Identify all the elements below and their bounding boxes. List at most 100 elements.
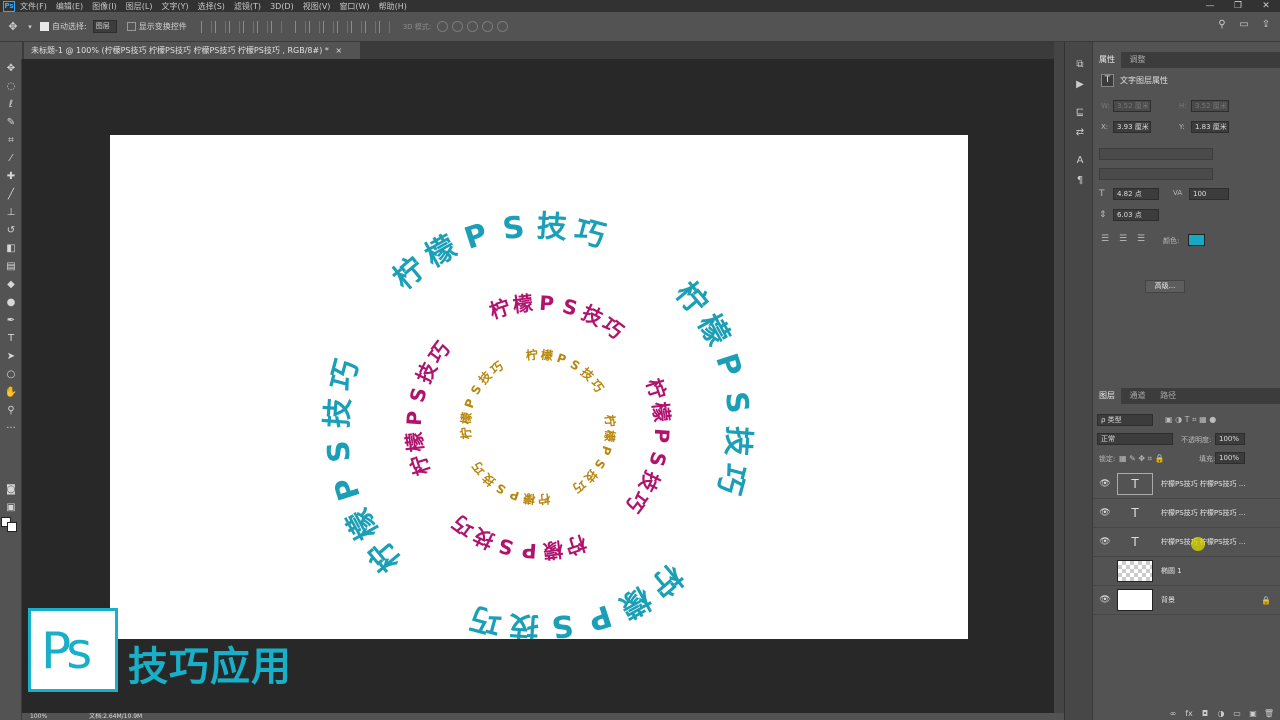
distribute-bottom-icon[interactable] xyxy=(322,20,334,33)
share-icon[interactable]: ⇪ xyxy=(1258,19,1274,33)
visibility-eye-icon[interactable]: 👁 xyxy=(1097,508,1113,518)
menu-view[interactable]: 视图(V) xyxy=(303,1,331,12)
swatches-panel-icon[interactable]: ⇄ xyxy=(1073,126,1087,140)
quick-mask-icon[interactable]: ◙ xyxy=(4,483,18,497)
layer-filter-dropdown[interactable]: ρ 类型 xyxy=(1097,414,1153,426)
layer-name[interactable]: 柠檬PS技巧 柠檬PS技巧 ... xyxy=(1161,479,1245,489)
layer-name[interactable]: 椭圆 1 xyxy=(1161,566,1182,576)
menu-help[interactable]: 帮助(H) xyxy=(379,1,407,12)
menu-select[interactable]: 选择(S) xyxy=(198,1,225,12)
eyedropper-tool-icon[interactable]: ⁄ xyxy=(4,152,18,166)
distribute-vcenter-icon[interactable] xyxy=(308,20,320,33)
menu-file[interactable]: 文件(F) xyxy=(20,1,47,12)
align-top-icon[interactable] xyxy=(200,20,212,33)
history-brush-icon[interactable]: ↺ xyxy=(4,224,18,238)
layer-row[interactable]: 👁 T 柠檬PS技巧 柠檬PS技巧 ... xyxy=(1093,499,1280,528)
close-button[interactable]: ✕ xyxy=(1252,0,1280,12)
clone-stamp-icon[interactable]: ⊥ xyxy=(4,206,18,220)
zoom-tool-icon[interactable]: ⚲ xyxy=(4,404,18,418)
menu-filter[interactable]: 滤镜(T) xyxy=(234,1,261,12)
move-tool-icon[interactable]: ✥ xyxy=(6,20,20,34)
lock-icons[interactable]: ▦ ✎ ✥ ⌗ 🔒 xyxy=(1119,454,1165,464)
y-field[interactable]: 1.83 厘米 xyxy=(1191,121,1229,133)
gradient-tool-icon[interactable]: ▤ xyxy=(4,260,18,274)
3d-scale-icon[interactable] xyxy=(497,21,509,32)
layer-row[interactable]: 👁 T 柠檬PS技巧 柠檬PS技巧 ... xyxy=(1093,470,1280,499)
distribute-left-icon[interactable] xyxy=(336,20,348,33)
auto-select-checkbox[interactable] xyxy=(40,22,49,31)
lasso-tool-icon[interactable]: ℓ xyxy=(4,98,18,112)
document-tab[interactable]: 未标题-1 @ 100% (柠檬PS技巧 柠檬PS技巧 柠檬PS技巧 柠檬PS技… xyxy=(24,42,360,59)
delete-layer-icon[interactable]: 🗑 xyxy=(1263,709,1275,718)
menu-edit[interactable]: 编辑(E) xyxy=(56,1,83,12)
layer-row[interactable]: 👁 椭圆 1 xyxy=(1093,557,1280,586)
dodge-tool-icon[interactable]: ● xyxy=(4,296,18,310)
adjustment-layer-icon[interactable]: ◑ xyxy=(1215,709,1227,718)
paragraph-panel-icon[interactable]: ¶ xyxy=(1073,174,1087,188)
zoom-level[interactable]: 100% xyxy=(30,713,47,720)
distribute-right-icon[interactable] xyxy=(364,20,376,33)
search-icon[interactable]: ⚲ xyxy=(1214,19,1230,33)
document-tab-close-icon[interactable]: × xyxy=(335,46,342,55)
tracking-field[interactable]: 100 xyxy=(1189,188,1229,200)
advanced-button[interactable]: 高级... xyxy=(1145,280,1185,293)
brush-tool-icon[interactable]: ╱ xyxy=(4,188,18,202)
new-layer-icon[interactable]: ▣ xyxy=(1247,709,1259,718)
align-vcenter-icon[interactable] xyxy=(214,20,226,33)
character-panel-icon[interactable]: A xyxy=(1073,154,1087,168)
menu-type[interactable]: 文字(Y) xyxy=(161,1,188,12)
h-field[interactable]: 3.52 厘米 xyxy=(1191,100,1229,112)
align-right-icon[interactable] xyxy=(270,20,282,33)
visibility-eye-icon[interactable]: 👁 xyxy=(1097,479,1113,489)
menu-layer[interactable]: 图层(L) xyxy=(126,1,153,12)
shape-tool-icon[interactable]: ○ xyxy=(4,368,18,382)
eraser-tool-icon[interactable]: ◧ xyxy=(4,242,18,256)
fill-field[interactable]: 100% xyxy=(1215,452,1245,464)
menu-3d[interactable]: 3D(D) xyxy=(270,2,294,11)
distribute-top-icon[interactable] xyxy=(294,20,306,33)
font-family-dropdown[interactable] xyxy=(1099,148,1213,160)
document-size[interactable]: 文档:2.64M/10.9M xyxy=(89,713,142,720)
3d-roll-icon[interactable] xyxy=(452,21,464,32)
healing-brush-icon[interactable]: ✚ xyxy=(4,170,18,184)
layer-name[interactable]: 柠檬PS技巧 柠檬PS技巧 ... xyxy=(1161,508,1245,518)
menu-window[interactable]: 窗口(W) xyxy=(339,1,369,12)
type-tool-icon[interactable]: T xyxy=(4,332,18,346)
path-select-tool-icon[interactable]: ➤ xyxy=(4,350,18,364)
layer-name[interactable]: 背景 xyxy=(1161,595,1175,605)
font-style-dropdown[interactable] xyxy=(1099,168,1213,180)
document-canvas[interactable]: 柠檬PS技巧柠檬PS技巧柠檬PS技巧柠檬PS技巧柠檬PS技巧柠檬PS技巧柠檬PS… xyxy=(110,135,968,639)
marquee-tool-icon[interactable]: ◌ xyxy=(4,80,18,94)
align-left-text-icon[interactable]: ☰ xyxy=(1101,234,1109,244)
auto-align-icon[interactable] xyxy=(378,20,390,33)
align-right-text-icon[interactable]: ☰ xyxy=(1137,234,1145,244)
text-color-swatch[interactable] xyxy=(1188,234,1205,246)
x-field[interactable]: 3.93 厘米 xyxy=(1113,121,1151,133)
leading-field[interactable]: 6.03 点 xyxy=(1113,209,1159,221)
workspace-icon[interactable]: ▭ xyxy=(1236,19,1252,33)
3d-slide-icon[interactable] xyxy=(482,21,494,32)
3d-rotate-icon[interactable] xyxy=(437,21,449,32)
new-group-icon[interactable]: ▭ xyxy=(1231,709,1243,718)
filter-icons[interactable]: ▣ ◑ T ⌗ ▦ ● xyxy=(1165,415,1216,425)
actions-panel-icon[interactable]: ▶ xyxy=(1073,78,1087,92)
align-bottom-icon[interactable] xyxy=(228,20,240,33)
more-tools-icon[interactable]: ··· xyxy=(4,422,18,436)
history-panel-icon[interactable]: ⧉ xyxy=(1073,58,1087,72)
blur-tool-icon[interactable]: ◆ xyxy=(4,278,18,292)
show-transform-checkbox[interactable] xyxy=(126,22,136,31)
visibility-eye-icon[interactable]: 👁 xyxy=(1097,537,1113,547)
crop-tool-icon[interactable]: ⌗ xyxy=(4,134,18,148)
blend-mode-dropdown[interactable]: 正常 xyxy=(1097,433,1173,445)
font-size-field[interactable]: 4.82 点 xyxy=(1113,188,1159,200)
align-left-icon[interactable] xyxy=(242,20,254,33)
opacity-field[interactable]: 100% xyxy=(1215,433,1245,445)
align-hcenter-icon[interactable] xyxy=(256,20,268,33)
align-center-text-icon[interactable]: ☰ xyxy=(1119,234,1127,244)
background-color-swatch[interactable] xyxy=(7,522,17,532)
3d-drag-icon[interactable] xyxy=(467,21,479,32)
pen-tool-icon[interactable]: ✒ xyxy=(4,314,18,328)
restore-button[interactable]: ❐ xyxy=(1224,0,1252,12)
screen-mode-icon[interactable]: ▣ xyxy=(4,501,18,515)
distribute-hcenter-icon[interactable] xyxy=(350,20,362,33)
